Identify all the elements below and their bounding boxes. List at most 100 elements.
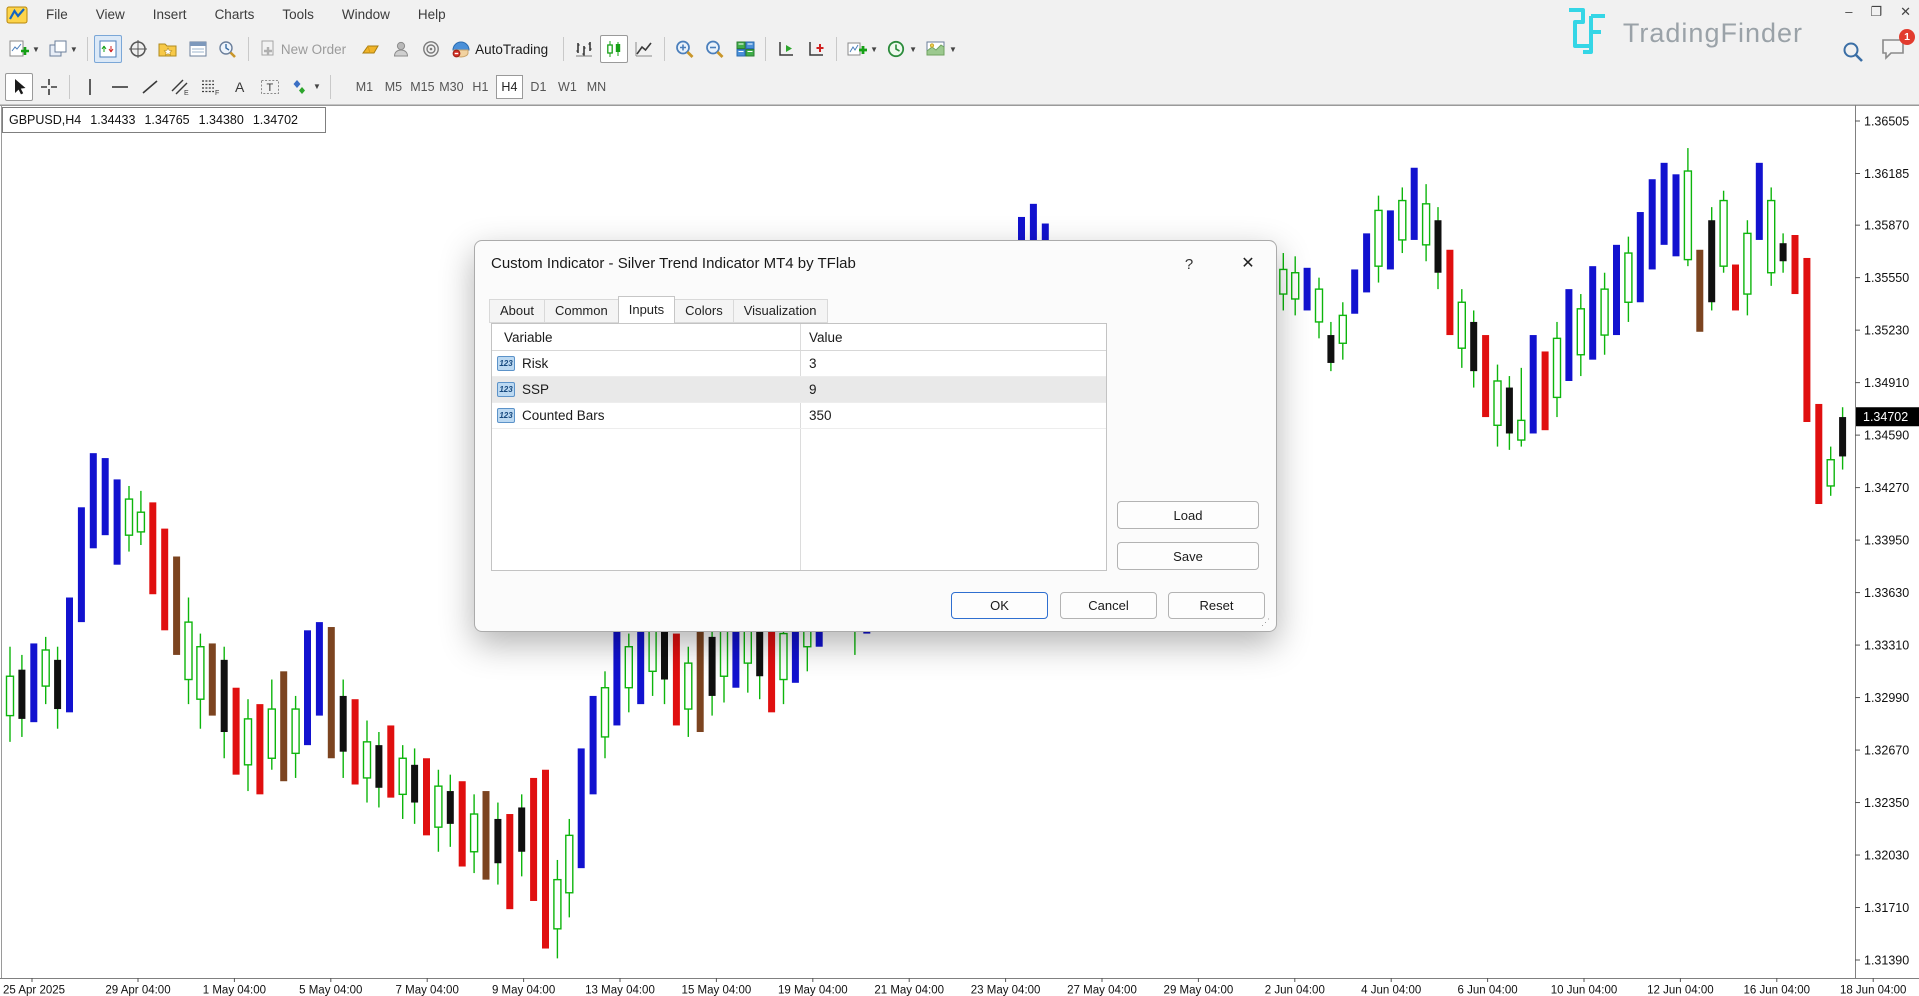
text-tool-button[interactable]: A <box>226 73 254 101</box>
arrows-tool-button[interactable]: ▼ <box>286 73 324 101</box>
value-cell[interactable]: 9 <box>800 382 817 397</box>
line-chart-mode-button[interactable] <box>630 35 658 63</box>
toolbar-separator <box>330 75 331 99</box>
bar-chart-mode-button[interactable] <box>570 35 598 63</box>
restore-button[interactable]: ❐ <box>1870 4 1882 20</box>
timeframe-m5[interactable]: M5 <box>380 75 407 99</box>
svg-text:2 Jun 04:00: 2 Jun 04:00 <box>1265 985 1325 996</box>
search-icon[interactable] <box>1841 40 1865 64</box>
zoom-out-button[interactable] <box>701 35 729 63</box>
market-watch-button[interactable] <box>94 35 122 63</box>
cancel-button[interactable]: Cancel <box>1060 592 1157 619</box>
resize-grip[interactable]: ⋰ <box>1261 617 1271 627</box>
community-button[interactable] <box>387 35 415 63</box>
periods-button[interactable]: ▼ <box>883 35 920 63</box>
compass-icon <box>128 39 148 59</box>
menu-item-help[interactable]: Help <box>404 3 460 27</box>
menu-item-charts[interactable]: Charts <box>201 3 269 27</box>
save-button[interactable]: Save <box>1117 542 1259 570</box>
auto-scroll-button[interactable] <box>772 35 800 63</box>
timeframe-m1[interactable]: M1 <box>351 75 378 99</box>
terminal-button[interactable] <box>184 35 212 63</box>
value-cell[interactable]: 3 <box>800 356 817 371</box>
menu-item-view[interactable]: View <box>82 3 139 27</box>
table-header: VariableValue <box>492 324 1106 351</box>
new-chart-button[interactable]: ▼ <box>5 35 43 63</box>
close-button[interactable]: ✕ <box>1900 4 1911 20</box>
chart-shift-button[interactable] <box>802 35 830 63</box>
tab-visualization[interactable]: Visualization <box>733 299 828 323</box>
chevron-down-icon: ▼ <box>949 45 957 54</box>
table-row-ssp[interactable]: 123SSP9 <box>492 377 1106 403</box>
svg-text:15 May 04:00: 15 May 04:00 <box>682 985 752 996</box>
options-button[interactable] <box>417 35 445 63</box>
tile-windows-button[interactable] <box>731 35 759 63</box>
svg-text:1.34702: 1.34702 <box>1863 410 1908 424</box>
svg-text:29 Apr 04:00: 29 Apr 04:00 <box>105 985 170 996</box>
svg-text:16 Jun 04:00: 16 Jun 04:00 <box>1744 985 1811 996</box>
timeframe-m15[interactable]: M15 <box>409 75 436 99</box>
gold-ingot-icon <box>360 39 382 59</box>
candlestick-mode-button[interactable] <box>600 35 628 63</box>
navigator-button[interactable] <box>154 35 182 63</box>
dialog-close-button[interactable]: ✕ <box>1233 251 1263 277</box>
zoom-out-icon <box>704 39 726 60</box>
timeframe-h1[interactable]: H1 <box>467 75 494 99</box>
dialog-help-button[interactable]: ? <box>1177 253 1201 277</box>
inputs-table[interactable]: VariableValue 123 Risk 3 123SSP9123Counted B… <box>491 323 1107 571</box>
chat-button[interactable]: 1 <box>1879 36 1907 67</box>
reset-button[interactable]: Reset <box>1168 592 1265 619</box>
timeframe-h4[interactable]: H4 <box>496 75 523 99</box>
indicators-button[interactable]: ▼ <box>843 35 881 63</box>
crosshair-tool-button[interactable] <box>35 73 63 101</box>
auto-scroll-icon <box>776 39 797 59</box>
value-cell[interactable]: 350 <box>800 408 832 423</box>
svg-text:1.32030: 1.32030 <box>1864 849 1909 863</box>
svg-text:25 Apr 2025: 25 Apr 2025 <box>3 985 65 996</box>
tab-colors[interactable]: Colors <box>674 299 734 323</box>
timeframe-w1[interactable]: W1 <box>554 75 581 99</box>
timeframe-m30[interactable]: M30 <box>438 75 465 99</box>
menu-item-tools[interactable]: Tools <box>268 3 328 27</box>
new-order-button[interactable]: New Order <box>255 35 355 63</box>
numeric-input-icon: 123 <box>497 408 515 423</box>
timeframe-d1[interactable]: D1 <box>525 75 552 99</box>
templates-button[interactable]: ▼ <box>922 35 960 63</box>
menu-item-window[interactable]: Window <box>328 3 404 27</box>
table-row-counted-bars[interactable]: 123Counted Bars350 <box>492 403 1106 429</box>
load-button[interactable]: Load <box>1117 501 1259 529</box>
svg-text:1.33310: 1.33310 <box>1864 639 1909 653</box>
horizontal-line-tool-button[interactable] <box>106 73 134 101</box>
ok-button[interactable]: OK <box>951 592 1048 619</box>
profiles-button[interactable]: ▼ <box>45 35 81 63</box>
text-icon: A <box>230 77 250 97</box>
fibonacci-tool-button[interactable]: F <box>196 73 224 101</box>
cursor-tool-button[interactable] <box>5 73 33 101</box>
equidistant-channel-tool-button[interactable]: E <box>166 73 194 101</box>
variable-name: Risk <box>522 356 548 371</box>
open-value: 1.34433 <box>90 113 135 127</box>
timeframe-mn[interactable]: MN <box>583 75 610 99</box>
menu-item-file[interactable]: File <box>32 3 82 27</box>
svg-text:F: F <box>215 90 219 97</box>
text-label-tool-button[interactable]: T <box>256 73 284 101</box>
menu-item-insert[interactable]: Insert <box>139 3 201 27</box>
zoom-in-button[interactable] <box>671 35 699 63</box>
tab-about[interactable]: About <box>489 299 545 323</box>
trendline-tool-button[interactable] <box>136 73 164 101</box>
strategy-tester-button[interactable] <box>214 35 242 63</box>
autotrading-button[interactable]: AutoTrading <box>447 35 557 63</box>
vertical-line-tool-button[interactable] <box>76 73 104 101</box>
metaeditor-button[interactable] <box>357 35 385 63</box>
tab-inputs[interactable]: Inputs <box>618 296 675 324</box>
minimize-button[interactable]: – <box>1845 4 1852 20</box>
crosshair-navigator-button[interactable] <box>124 35 152 63</box>
svg-text:23 May 04:00: 23 May 04:00 <box>971 985 1041 996</box>
svg-text:1.31710: 1.31710 <box>1864 901 1909 915</box>
dialog-tabs: AboutCommonInputsColorsVisualization <box>489 295 827 323</box>
svg-text:5 May 04:00: 5 May 04:00 <box>299 985 362 996</box>
toolbar-separator <box>765 37 766 61</box>
tab-common[interactable]: Common <box>544 299 619 323</box>
svg-text:1.35550: 1.35550 <box>1864 271 1909 285</box>
table-row-risk[interactable]: 123Risk3 <box>492 351 1106 377</box>
